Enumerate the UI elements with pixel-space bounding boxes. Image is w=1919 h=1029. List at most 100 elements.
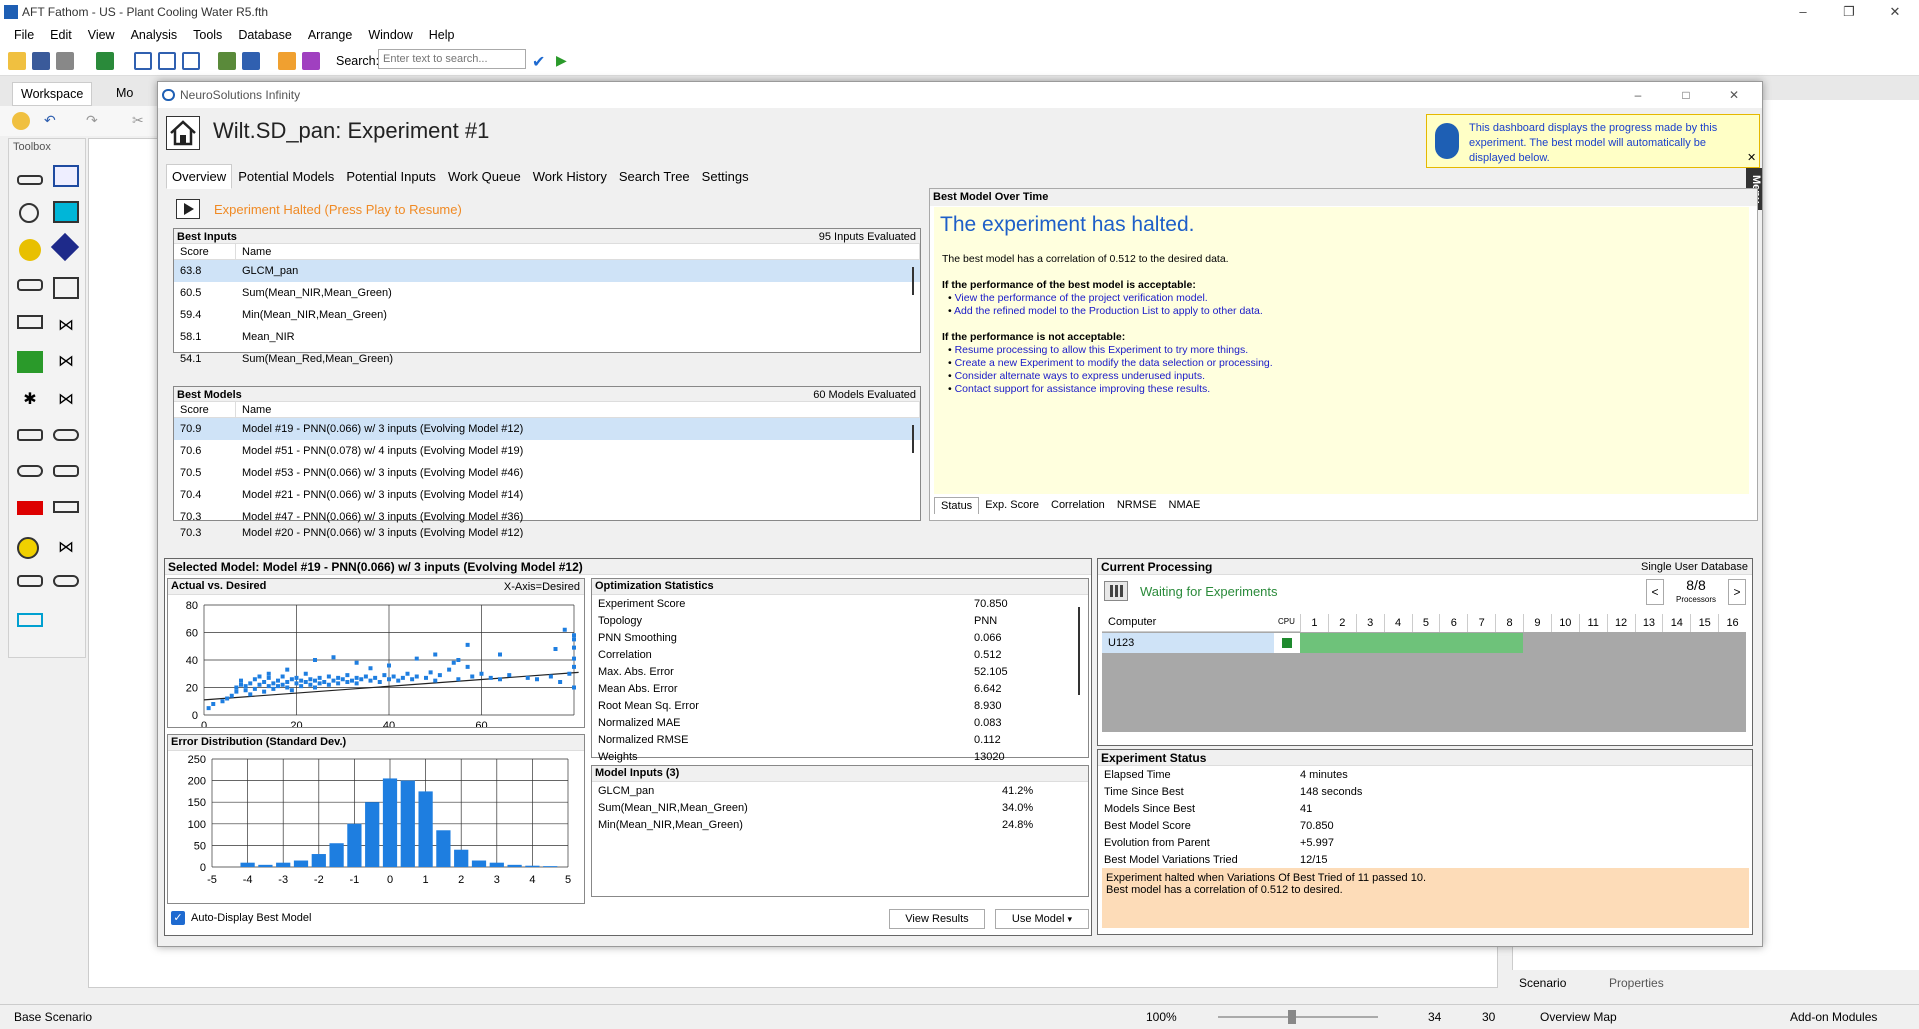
menu-file[interactable]: File bbox=[6, 28, 42, 42]
run-icon[interactable]: ▶ bbox=[556, 52, 574, 70]
gate-valve-icon[interactable]: ⋈ bbox=[53, 389, 79, 411]
tab-search-tree[interactable]: Search Tree bbox=[613, 164, 696, 189]
home-button[interactable] bbox=[166, 116, 200, 150]
table-row[interactable]: 63.8 GLCM_pan bbox=[174, 260, 920, 282]
minimize-icon[interactable]: – bbox=[1780, 0, 1826, 24]
tank-icon[interactable] bbox=[53, 201, 79, 223]
table-row[interactable]: 60.5 Sum(Mean_NIR,Mean_Green) bbox=[174, 282, 920, 304]
tee-icon[interactable] bbox=[53, 277, 79, 299]
search-input[interactable] bbox=[378, 49, 526, 69]
processors-decrease-button[interactable]: < bbox=[1646, 579, 1664, 605]
table-row[interactable]: 70.6 Model #51 - PNN(0.078) w/ 4 inputs (… bbox=[174, 440, 920, 462]
zoom-slider[interactable] bbox=[1218, 1010, 1378, 1024]
control-valve-icon[interactable]: ⋈ bbox=[53, 351, 79, 373]
tab-potential-models[interactable]: Potential Models bbox=[232, 164, 340, 189]
tab-nrmse[interactable]: NRMSE bbox=[1111, 497, 1163, 514]
tab-scenario[interactable]: Scenario bbox=[1519, 976, 1566, 990]
tab-model[interactable]: Mo bbox=[108, 82, 141, 106]
orifice-icon[interactable] bbox=[17, 465, 43, 477]
menu-arrange[interactable]: Arrange bbox=[300, 28, 360, 42]
area-change-icon[interactable] bbox=[17, 613, 43, 627]
report-icon[interactable] bbox=[278, 52, 296, 70]
valve-icon[interactable]: ⋈ bbox=[53, 315, 79, 337]
ns-close-icon[interactable]: ✕ bbox=[1714, 82, 1754, 108]
best-inputs-scrollbar[interactable] bbox=[912, 267, 914, 295]
junction-icon[interactable] bbox=[19, 203, 39, 223]
tab-nmae[interactable]: NMAE bbox=[1163, 497, 1207, 514]
menu-analysis[interactable]: Analysis bbox=[123, 28, 186, 42]
heat-exchanger-icon[interactable] bbox=[17, 429, 43, 441]
pump-icon[interactable] bbox=[19, 239, 41, 261]
table-row[interactable]: 70.3 Model #47 - PNN(0.066) w/ 3 inputs (… bbox=[174, 506, 920, 528]
addon-modules[interactable]: Add-on Modules bbox=[1790, 1010, 1877, 1024]
panel-layout-icon[interactable] bbox=[182, 52, 200, 70]
menu-view[interactable]: View bbox=[80, 28, 123, 42]
col-name[interactable]: Name bbox=[236, 402, 920, 417]
volume-balance-icon[interactable] bbox=[53, 575, 79, 587]
auto-display-checkbox[interactable]: ✓ bbox=[171, 911, 185, 925]
screen-icon[interactable] bbox=[53, 465, 79, 477]
open-icon[interactable] bbox=[8, 52, 26, 70]
table-row[interactable]: 70.9 Model #19 - PNN(0.066) w/ 3 inputs (… bbox=[174, 418, 920, 440]
relief-valve-icon[interactable]: ✱ bbox=[17, 389, 43, 411]
workspace-tool-icon[interactable] bbox=[96, 52, 114, 70]
bend-icon[interactable] bbox=[53, 501, 79, 513]
split-layout-icon[interactable] bbox=[158, 52, 176, 70]
print-icon[interactable] bbox=[56, 52, 74, 70]
fire-icon[interactable] bbox=[17, 501, 43, 515]
bmt-link[interactable]: Resume processing to allow this Experime… bbox=[955, 344, 1249, 356]
menu-window[interactable]: Window bbox=[360, 28, 420, 42]
menu-tools[interactable]: Tools bbox=[185, 28, 230, 42]
restore-icon[interactable]: ❐ bbox=[1826, 0, 1872, 24]
pause-button[interactable] bbox=[1104, 581, 1128, 601]
bmt-link[interactable]: Consider alternate ways to express under… bbox=[955, 370, 1205, 382]
menu-edit[interactable]: Edit bbox=[42, 28, 80, 42]
checkmark-icon[interactable]: ✔ bbox=[532, 52, 550, 71]
tab-work-queue[interactable]: Work Queue bbox=[442, 164, 527, 189]
use-model-button[interactable]: Use Model ▾ bbox=[995, 909, 1089, 929]
redo-icon[interactable]: ↷ bbox=[86, 112, 104, 130]
pipe-icon[interactable] bbox=[17, 175, 43, 185]
table-row[interactable]: 59.4 Min(Mean_NIR,Mean_Green) bbox=[174, 304, 920, 326]
bmt-link[interactable]: Add the refined model to the Production … bbox=[954, 305, 1263, 317]
general-component-icon[interactable] bbox=[17, 575, 43, 587]
assigned-pressure-icon[interactable]: ⋈ bbox=[53, 537, 79, 559]
col-score[interactable]: Score bbox=[174, 244, 236, 259]
help-icon[interactable] bbox=[12, 112, 30, 130]
col-name[interactable]: Name bbox=[236, 244, 920, 259]
menu-database[interactable]: Database bbox=[230, 28, 300, 42]
zoom-slider-handle[interactable] bbox=[1288, 1010, 1296, 1024]
reducer-icon[interactable] bbox=[17, 315, 43, 329]
table-row[interactable]: 58.1 Mean_NIR bbox=[174, 326, 920, 348]
undo-icon[interactable]: ↶ bbox=[44, 112, 62, 130]
table-row[interactable]: 54.1 Sum(Mean_Red,Mean_Green) bbox=[174, 348, 920, 370]
bmt-link[interactable]: Create a new Experiment to modify the da… bbox=[955, 357, 1273, 369]
assigned-flow-icon[interactable] bbox=[17, 537, 39, 559]
ns-maximize-icon[interactable]: □ bbox=[1666, 82, 1706, 108]
window-layout-icon[interactable] bbox=[134, 52, 152, 70]
tab-work-history[interactable]: Work History bbox=[527, 164, 613, 189]
reservoir-icon[interactable] bbox=[53, 165, 79, 187]
spray-icon[interactable] bbox=[53, 429, 79, 441]
pressure-junction-icon[interactable] bbox=[50, 232, 80, 262]
ns-minimize-icon[interactable]: – bbox=[1618, 82, 1658, 108]
check-valve-icon[interactable] bbox=[17, 351, 43, 373]
grid-icon[interactable] bbox=[242, 52, 260, 70]
tab-correlation[interactable]: Correlation bbox=[1045, 497, 1111, 514]
network-icon[interactable] bbox=[218, 52, 236, 70]
play-button[interactable] bbox=[176, 199, 200, 219]
table-row[interactable]: 70.3 Model #20 - PNN(0.066) w/ 3 inputs (… bbox=[174, 528, 920, 538]
tab-overview[interactable]: Overview bbox=[166, 164, 233, 189]
bmt-link[interactable]: Contact support for assistance improving… bbox=[955, 383, 1211, 395]
menu-help[interactable]: Help bbox=[421, 28, 463, 42]
save-icon[interactable] bbox=[32, 52, 50, 70]
opt-stats-scrollbar[interactable] bbox=[1078, 607, 1080, 695]
view-results-button[interactable]: View Results bbox=[889, 909, 985, 929]
tab-workspace[interactable]: Workspace bbox=[12, 82, 93, 106]
close-icon[interactable]: ✕ bbox=[1872, 0, 1918, 24]
tab-potential-inputs[interactable]: Potential Inputs bbox=[340, 164, 442, 189]
table-row[interactable]: 70.5 Model #53 - PNN(0.066) w/ 3 inputs (… bbox=[174, 462, 920, 484]
tab-status[interactable]: Status bbox=[934, 497, 980, 514]
info-close-icon[interactable]: ✕ bbox=[1747, 151, 1756, 164]
tab-properties[interactable]: Properties bbox=[1609, 976, 1664, 990]
